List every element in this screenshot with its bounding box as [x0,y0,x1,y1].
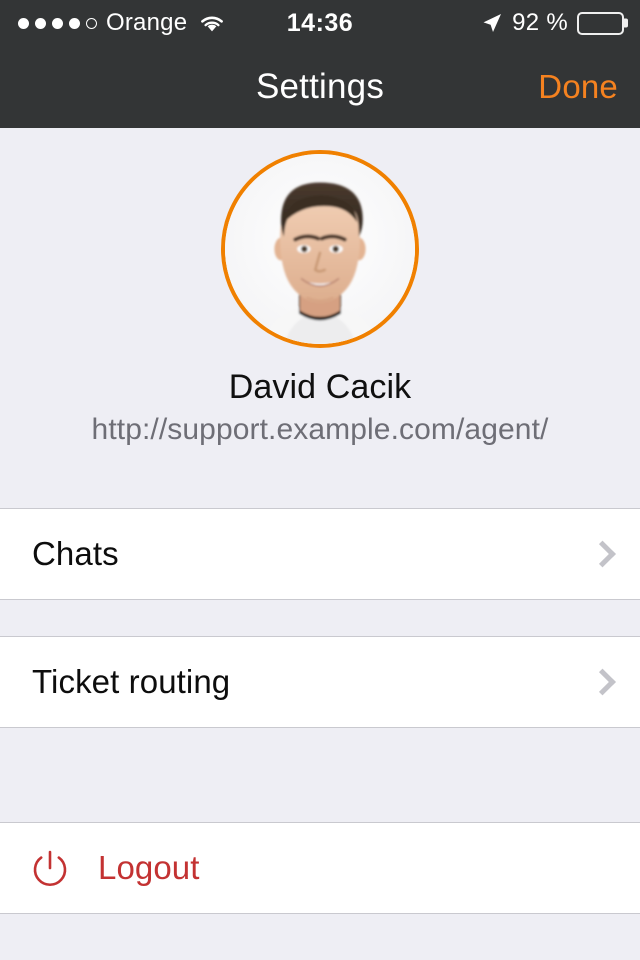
profile-header: David Cacik http://support.example.com/a… [0,128,640,508]
settings-screen: Orange 14:36 92 % Settings Done David Ca… [0,0,640,960]
status-bar-right: 92 % [481,9,640,37]
settings-row-chats[interactable]: Chats [0,508,640,600]
logout-button[interactable]: Logout [0,822,640,914]
settings-row-label: Chats [32,535,119,572]
page-title: Settings [255,67,385,106]
avatar [221,150,419,348]
battery-percent-label: 92 % [512,9,568,36]
avatar-photo [225,154,415,344]
logout-label: Logout [98,849,200,886]
profile-url: http://support.example.com/agent/ [91,413,549,446]
done-button[interactable]: Done [538,68,618,106]
battery-icon [577,11,624,35]
chevron-right-icon [589,668,616,696]
navigation-bar: Settings Done [0,46,640,128]
location-arrow-icon [481,12,503,34]
settings-row-ticket-routing[interactable]: Ticket routing [0,636,640,728]
power-icon [28,846,72,890]
status-bar: Orange 14:36 92 % [0,0,640,46]
settings-row-label: Ticket routing [32,663,231,700]
chevron-right-icon [589,540,616,568]
profile-name: David Cacik [228,368,412,406]
